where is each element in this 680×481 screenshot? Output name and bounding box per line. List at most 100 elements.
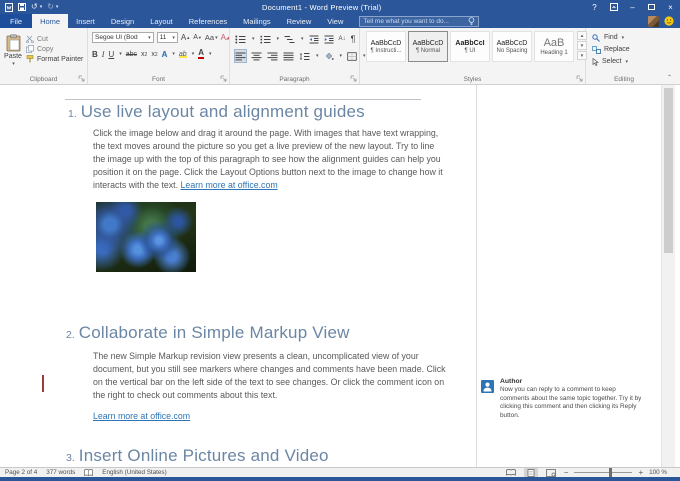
close-icon[interactable]: × <box>661 0 680 14</box>
comment-bubble[interactable]: Author Now you can reply to a comment to… <box>481 378 643 420</box>
undo-dropdown-icon[interactable]: ▾ <box>40 5 43 10</box>
font-name-dropdown-icon[interactable]: ▾ <box>148 35 151 41</box>
style-instructions[interactable]: AaBbCcD ¶ Instructi... <box>366 31 406 62</box>
page-indicator[interactable]: Page 2 of 4 <box>5 469 37 476</box>
zoom-slider[interactable] <box>574 472 632 473</box>
scrollbar-thumb[interactable] <box>664 88 673 253</box>
italic-button[interactable]: I <box>102 50 105 59</box>
word-app-icon[interactable] <box>5 3 13 12</box>
paste-dropdown-icon[interactable]: ▾ <box>12 61 15 67</box>
shading-dropdown-icon[interactable]: ▾ <box>340 53 343 59</box>
style-no-spacing[interactable]: AaBbCcD No Spacing <box>492 31 532 62</box>
align-center-button[interactable] <box>251 50 262 62</box>
zoom-out-button[interactable]: − <box>564 468 569 477</box>
proofing-status-icon[interactable] <box>84 469 93 477</box>
tell-me-box[interactable] <box>359 16 479 27</box>
highlight-color-button[interactable]: ab <box>179 51 187 58</box>
zoom-level[interactable]: 100 % <box>649 469 667 476</box>
sort-button[interactable]: A↓ <box>339 33 346 45</box>
strikethrough-button[interactable]: abc <box>126 51 137 58</box>
tab-file[interactable]: File <box>0 14 32 28</box>
word-count[interactable]: 377 words <box>46 469 75 476</box>
save-icon[interactable] <box>18 3 26 11</box>
superscript-button[interactable]: x2 <box>151 51 157 58</box>
font-size-combo[interactable]: 11 ▾ <box>157 32 178 43</box>
bullets-button[interactable] <box>235 33 246 45</box>
find-dropdown-icon[interactable]: ▾ <box>622 35 625 41</box>
styles-dialog-launcher-icon[interactable] <box>576 75 583 82</box>
decrease-indent-button[interactable] <box>309 33 319 45</box>
text-effects-button[interactable]: A <box>162 50 168 59</box>
bold-button[interactable]: B <box>92 50 98 59</box>
tracked-change-bar[interactable] <box>42 375 44 392</box>
clipboard-dialog-launcher-icon[interactable] <box>78 75 85 82</box>
clear-formatting-button[interactable]: A◢ <box>221 33 229 42</box>
highlight-dropdown-icon[interactable]: ▾ <box>192 51 195 57</box>
show-hide-pilcrow-button[interactable]: ¶ <box>351 33 356 45</box>
format-painter-button[interactable]: Format Painter <box>26 55 83 63</box>
section2-link[interactable]: Learn more at office.com <box>93 411 190 421</box>
flowers-photo[interactable] <box>96 202 196 272</box>
print-layout-button[interactable] <box>524 468 538 477</box>
web-layout-button[interactable] <box>544 468 558 477</box>
user-avatar[interactable] <box>648 16 659 27</box>
section1-link[interactable]: Learn more at office.com <box>181 180 278 190</box>
grow-font-button[interactable]: A▲ <box>181 33 190 42</box>
tab-mailings[interactable]: Mailings <box>235 14 279 28</box>
subscript-button[interactable]: x2 <box>141 51 147 58</box>
text-effects-dropdown-icon[interactable]: ▾ <box>172 51 175 57</box>
feedback-smiley-icon[interactable] <box>664 16 674 26</box>
numbering-button[interactable] <box>260 33 271 45</box>
numbering-dropdown-icon[interactable]: ▾ <box>277 36 280 42</box>
change-case-button[interactable]: Aa▾ <box>205 33 218 42</box>
style-heading1[interactable]: AaB Heading 1 <box>534 31 574 62</box>
select-button[interactable]: Select ▾ <box>592 56 662 67</box>
collapse-ribbon-icon[interactable]: ⌃ <box>667 74 672 81</box>
replace-button[interactable]: Replace <box>592 44 662 55</box>
zoom-slider-thumb[interactable] <box>609 468 612 477</box>
font-color-button[interactable]: A <box>198 49 204 59</box>
select-dropdown-icon[interactable]: ▾ <box>625 59 628 65</box>
font-name-combo[interactable]: Segoe UI (Bod ▾ <box>92 32 154 43</box>
bullets-dropdown-icon[interactable]: ▾ <box>252 36 255 42</box>
style-ui[interactable]: AaBbCcI ¶ UI <box>450 31 490 62</box>
style-normal[interactable]: AaBbCcD ¶ Normal <box>408 31 448 62</box>
language-indicator[interactable]: English (United States) <box>102 469 166 476</box>
font-size-dropdown-icon[interactable]: ▾ <box>172 35 175 41</box>
line-spacing-button[interactable] <box>299 50 310 62</box>
zoom-in-button[interactable]: + <box>638 468 643 477</box>
tab-layout[interactable]: Layout <box>142 14 181 28</box>
align-right-button[interactable] <box>267 50 278 62</box>
multilevel-list-button[interactable] <box>284 33 295 45</box>
vertical-scrollbar[interactable] <box>661 85 675 467</box>
font-color-dropdown-icon[interactable]: ▾ <box>209 51 212 57</box>
undo-icon[interactable]: ↺ <box>31 3 38 11</box>
multilevel-dropdown-icon[interactable]: ▾ <box>301 36 304 42</box>
help-icon[interactable]: ? <box>585 0 604 14</box>
read-mode-button[interactable] <box>504 468 518 477</box>
document-canvas[interactable]: 1. Use live layout and alignment guides … <box>0 85 680 467</box>
tab-home[interactable]: Home <box>32 14 68 28</box>
copy-button[interactable]: Copy <box>26 45 83 53</box>
ribbon-display-options-icon[interactable] <box>604 0 623 14</box>
minimize-icon[interactable]: – <box>623 0 642 14</box>
cut-button[interactable]: Cut <box>26 35 83 43</box>
borders-button[interactable] <box>347 50 357 62</box>
redo-icon[interactable]: ↻ <box>47 3 54 11</box>
tab-design[interactable]: Design <box>103 14 142 28</box>
font-dialog-launcher-icon[interactable] <box>220 75 227 82</box>
find-button[interactable]: Find ▾ <box>592 32 662 43</box>
tab-references[interactable]: References <box>181 14 235 28</box>
tab-view[interactable]: View <box>319 14 351 28</box>
shading-button[interactable] <box>324 50 334 62</box>
shrink-font-button[interactable]: A▼ <box>193 34 202 41</box>
paragraph-dialog-launcher-icon[interactable] <box>350 75 357 82</box>
align-left-button[interactable] <box>235 50 246 62</box>
tab-insert[interactable]: Insert <box>68 14 103 28</box>
increase-indent-button[interactable] <box>324 33 334 45</box>
underline-button[interactable]: U <box>108 50 114 59</box>
restore-icon[interactable] <box>642 0 661 14</box>
justify-button[interactable] <box>283 50 294 62</box>
line-spacing-dropdown-icon[interactable]: ▾ <box>316 53 319 59</box>
underline-dropdown-icon[interactable]: ▾ <box>119 51 122 57</box>
